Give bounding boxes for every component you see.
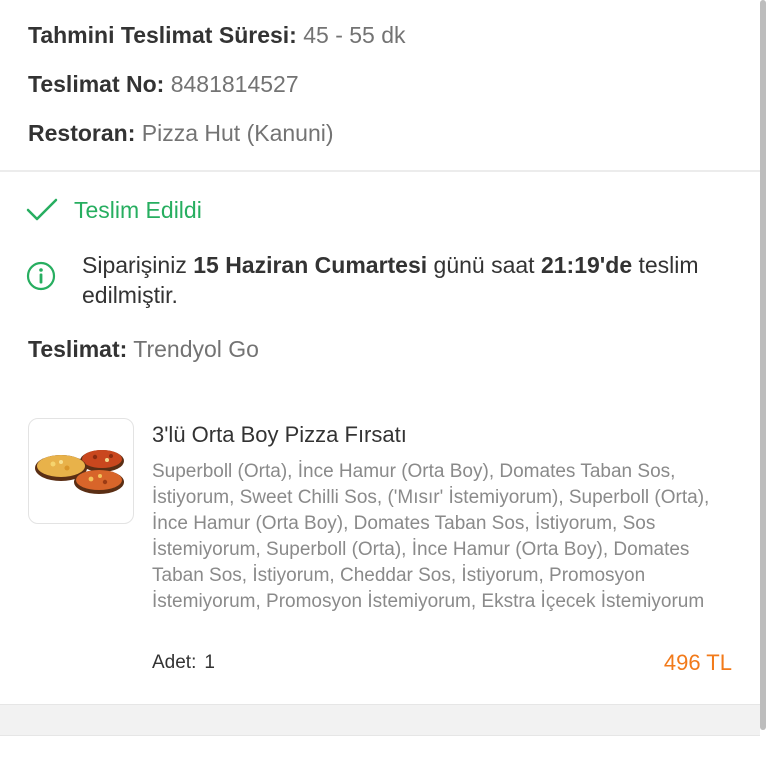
- notice-message: Siparişiniz 15 Haziran Cumartesi günü sa…: [82, 250, 732, 310]
- restaurant-row: Restoran: Pizza Hut (Kanuni): [28, 120, 334, 147]
- quantity-value: 1: [204, 652, 215, 673]
- pizza-image: [35, 450, 124, 494]
- notice-time: 21:19'de: [540, 252, 633, 278]
- product-image[interactable]: [28, 418, 134, 524]
- delivery-status: Teslim Edildi: [26, 196, 202, 224]
- delivery-number-row: Teslimat No: 8481814527: [28, 71, 299, 98]
- quantity-label: Adet:: [152, 652, 197, 673]
- product-price: 496 TL: [663, 650, 732, 675]
- delivery-number-label: Teslimat No:: [28, 71, 165, 97]
- notice-part2: günü saat: [427, 252, 541, 278]
- eta-value: 45 - 55 dk: [303, 22, 406, 48]
- quantity-row: Adet: 1: [152, 652, 215, 674]
- section-divider: [0, 704, 760, 736]
- check-icon: [26, 198, 58, 221]
- notice-date: 15 Haziran Cumartesi: [193, 252, 428, 278]
- delivery-method-row: Teslimat: Trendyol Go: [28, 336, 259, 363]
- status-label: Teslim Edildi: [74, 196, 202, 223]
- product-name: 3'lü Orta Boy Pizza Fırsatı: [152, 422, 407, 447]
- notice-part1: Siparişiniz: [82, 252, 194, 278]
- restaurant-value: Pizza Hut (Kanuni): [141, 120, 334, 146]
- product-description: Superboll (Orta), İnce Hamur (Orta Boy),…: [152, 461, 710, 612]
- delivery-method-label: Teslimat:: [28, 336, 128, 362]
- delivery-method-value: Trendyol Go: [133, 336, 259, 362]
- delivery-notice: Siparişiniz 15 Haziran Cumartesi günü sa…: [26, 250, 732, 310]
- info-icon: [26, 261, 56, 291]
- delivery-number-value: 8481814527: [170, 71, 299, 97]
- eta-label: Tahmini Teslimat Süresi:: [28, 22, 297, 48]
- restaurant-label: Restoran:: [28, 120, 136, 146]
- scrollbar[interactable]: [760, 0, 766, 730]
- eta-row: Tahmini Teslimat Süresi: 45 - 55 dk: [28, 22, 406, 49]
- order-info-section: Tahmini Teslimat Süresi: 45 - 55 dk Tesl…: [0, 0, 760, 172]
